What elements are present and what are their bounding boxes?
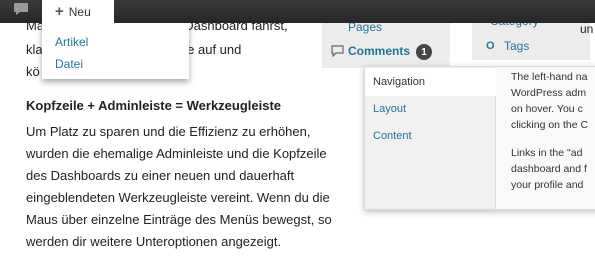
help-tabs: Navigation Layout Content [365, 67, 496, 209]
help-text-line: The left-hand na [511, 71, 588, 83]
menu-item-comments[interactable]: Comments [348, 44, 410, 58]
help-text-line: clicking on the C [511, 119, 589, 131]
comment-icon [331, 44, 344, 62]
dropdown-item-datei[interactable]: Datei [55, 57, 83, 71]
help-text-line: Links in the "ad [511, 147, 583, 159]
toolbar-new-label: Neu [68, 4, 91, 19]
truncated-text: un [580, 22, 594, 36]
comments-count-badge: 1 [416, 44, 432, 60]
dropdown-item-artikel[interactable]: Artikel [55, 35, 88, 49]
help-text-line: WordPress adm [511, 87, 587, 99]
article-heading: Kopfzeile + Adminleiste = Werkzeugleiste [26, 98, 282, 113]
tab-navigation[interactable]: Navigation [365, 68, 496, 96]
menu-item-tags[interactable]: Tags [504, 39, 529, 53]
speech-bubble-icon [13, 2, 29, 21]
help-text-line: your profile and [511, 179, 584, 191]
plus-icon: + [55, 3, 64, 20]
toolbar-comments-button[interactable] [0, 0, 42, 23]
article-line: Maus über einzelne Einträge des Menüs be… [26, 212, 332, 227]
tab-label: Navigation [373, 76, 425, 88]
tab-label: Layout [373, 103, 407, 115]
help-text-line: on hover. You c [511, 103, 583, 115]
article-line: kö [26, 64, 40, 79]
help-text-line: dashboard and f [511, 163, 587, 175]
tag-icon: O [486, 40, 495, 52]
article-line: werden dir weitere Unteroptionen angezei… [26, 234, 282, 249]
new-dropdown-menu: Artikel Datei [42, 23, 189, 79]
toolbar-new-button[interactable]: + Neu [42, 0, 114, 23]
article-line: eingeblendeten Werkzeugleiste vereint. W… [26, 190, 330, 205]
tab-content[interactable]: Content [365, 122, 495, 150]
admin-toolbar: + Neu [0, 0, 595, 23]
article-line: wurden die ehemalige Adminleiste und die… [26, 146, 327, 161]
help-popup: Navigation Layout Content The left-hand … [364, 66, 595, 210]
article-line: des Dashboards zu einer neuen und dauerh… [26, 168, 295, 183]
article-line: Um Platz zu sparen und die Effizienz zu … [26, 124, 311, 139]
tab-layout[interactable]: Layout [365, 95, 495, 123]
tab-label: Content [373, 130, 412, 142]
